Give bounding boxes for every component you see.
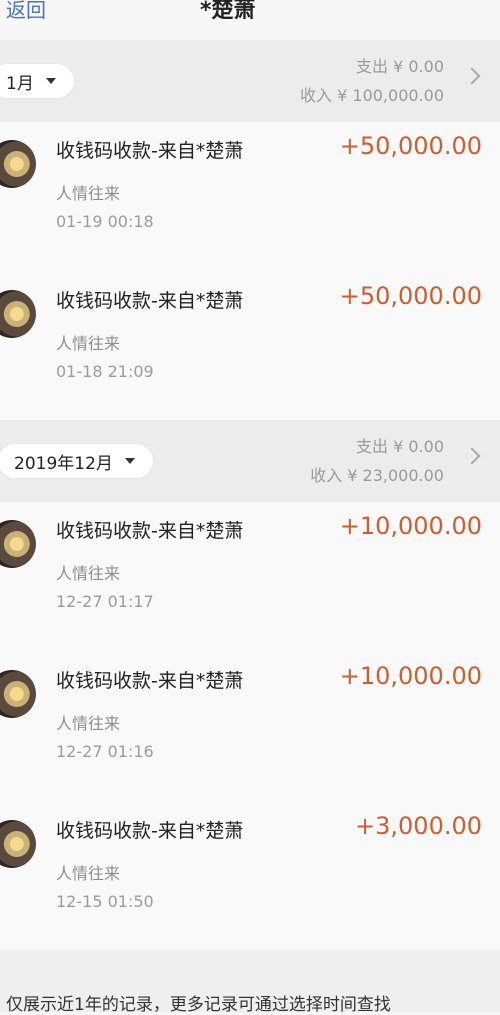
transaction-amount: +50,000.00	[339, 132, 482, 160]
payer-avatar	[0, 140, 36, 188]
expense-total: 支出 ¥ 0.00	[356, 57, 444, 76]
month-selector[interactable]: 1月	[0, 64, 74, 98]
transaction-title: 收钱码收款-来自*楚萧	[56, 290, 244, 312]
transaction-time: 12-27 01:16	[56, 742, 154, 761]
footer: 仅展示近1年的记录，更多记录可通过选择时间查找	[0, 950, 500, 1015]
month-summary[interactable]: 支出 ¥ 0.00 收入 ¥ 23,000.00	[310, 432, 444, 490]
payer-avatar	[0, 520, 36, 568]
chevron-right-icon[interactable]	[463, 447, 481, 465]
transaction-row[interactable]: 收钱码收款-来自*楚萧 人情往来 12-27 01:17 +10,000.00	[0, 502, 500, 652]
transaction-title: 收钱码收款-来自*楚萧	[56, 670, 244, 692]
payer-avatar	[0, 670, 36, 718]
income-total: 收入 ¥ 23,000.00	[310, 466, 444, 485]
month-label: 2019年12月	[14, 453, 113, 474]
transaction-time: 12-15 01:50	[56, 892, 154, 911]
caret-down-icon	[45, 78, 56, 84]
transaction-row[interactable]: 收钱码收款-来自*楚萧 人情往来 01-18 21:09 +50,000.00	[0, 272, 500, 422]
transaction-time: 01-19 00:18	[56, 212, 154, 231]
transaction-time: 01-18 21:09	[56, 362, 154, 381]
transaction-category: 人情往来	[56, 714, 121, 733]
page-title: *楚萧	[200, 0, 256, 23]
transaction-row[interactable]: 收钱码收款-来自*楚萧 人情往来 12-15 01:50 +3,000.00	[0, 802, 500, 952]
transaction-category: 人情往来	[56, 864, 121, 883]
transaction-category: 人情往来	[56, 564, 121, 583]
transaction-amount: +10,000.00	[339, 512, 482, 540]
transaction-title: 收钱码收款-来自*楚萧	[56, 820, 244, 842]
transaction-title: 收钱码收款-来自*楚萧	[56, 140, 244, 162]
transaction-amount: +10,000.00	[339, 662, 482, 690]
month-header-2: 2019年12月 支出 ¥ 0.00 收入 ¥ 23,000.00	[0, 420, 500, 502]
payer-avatar	[0, 820, 36, 868]
transaction-row[interactable]: 收钱码收款-来自*楚萧 人情往来 12-27 01:16 +10,000.00	[0, 652, 500, 802]
transaction-category: 人情往来	[56, 334, 121, 353]
month-label: 1月	[6, 73, 34, 94]
month-selector[interactable]: 2019年12月	[0, 444, 153, 478]
transaction-time: 12-27 01:17	[56, 592, 154, 611]
month-header-1: 1月 支出 ¥ 0.00 收入 ¥ 100,000.00	[0, 40, 500, 122]
transaction-row[interactable]: 收钱码收款-来自*楚萧 人情往来 01-19 00:18 +50,000.00	[0, 122, 500, 272]
month-summary[interactable]: 支出 ¥ 0.00 收入 ¥ 100,000.00	[300, 52, 444, 110]
top-bar: 返回 *楚萧	[0, 0, 500, 36]
payer-avatar	[0, 290, 36, 338]
caret-down-icon	[124, 458, 135, 464]
income-total: 收入 ¥ 100,000.00	[300, 86, 444, 105]
transaction-category: 人情往来	[56, 184, 121, 203]
back-button[interactable]: 返回	[6, 0, 46, 23]
transaction-amount: +3,000.00	[355, 812, 482, 840]
chevron-right-icon[interactable]	[463, 67, 481, 85]
expense-total: 支出 ¥ 0.00	[356, 437, 444, 456]
history-note: 仅展示近1年的记录，更多记录可通过选择时间查找	[6, 995, 391, 1015]
transaction-title: 收钱码收款-来自*楚萧	[56, 520, 244, 542]
transaction-amount: +50,000.00	[339, 282, 482, 310]
